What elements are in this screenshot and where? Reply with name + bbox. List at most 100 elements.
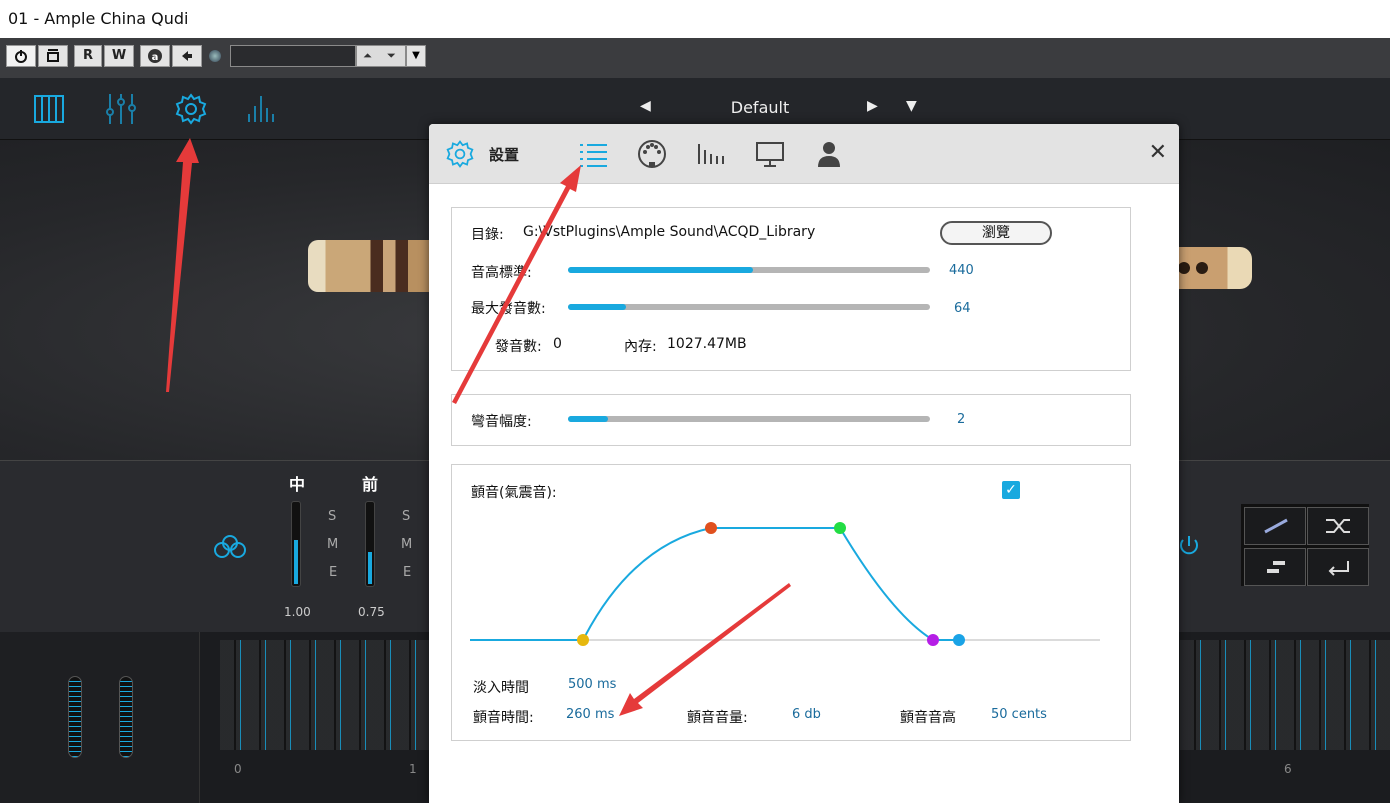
vibrato-pitch-label: 顫音音高: [900, 710, 956, 726]
bend-range-value: 2: [957, 412, 966, 427]
mod-wheel[interactable]: [119, 676, 133, 758]
voices-label: 發音數:: [495, 339, 542, 355]
automation-mode-button[interactable]: a: [140, 45, 170, 67]
pitch-standard-label: 音高標準:: [471, 265, 532, 281]
spin-up-icon[interactable]: ⏶: [363, 46, 372, 66]
flute-left-end: [308, 240, 433, 292]
front-level-value: 0.75: [358, 605, 385, 619]
flute-hole: [1178, 262, 1190, 274]
tab-midi-port-icon[interactable]: [636, 138, 668, 170]
shuffle-icon: [1326, 519, 1350, 533]
envelope-end-point[interactable]: [953, 634, 965, 646]
back-arrow-button[interactable]: [172, 45, 202, 67]
slider-fill: [568, 304, 626, 310]
envelope-attack-point[interactable]: [705, 522, 717, 534]
slider-fill: [568, 416, 608, 422]
bend-range-slider[interactable]: [568, 416, 930, 422]
sme-label: M: [401, 537, 413, 552]
directory-path: G:\VstPlugins\Ample Sound\ACQD_Library: [523, 224, 816, 240]
sme-label: S: [402, 509, 411, 524]
voices-value: 0: [553, 336, 562, 352]
settings-title: 設置: [489, 146, 520, 164]
tab-velocity-icon[interactable]: [695, 138, 727, 170]
read-automation-button[interactable]: R: [74, 45, 102, 67]
gear-icon[interactable]: [174, 92, 208, 126]
window-title: 01 - Ample China Qudi: [0, 0, 1390, 38]
status-led-icon: [209, 50, 221, 62]
note-dash-icon: [1267, 561, 1285, 573]
shuffle-button[interactable]: [1307, 507, 1369, 545]
preset-dropdown-button[interactable]: ▼: [406, 45, 426, 67]
preset-spinner[interactable]: ⏶ ⏷: [356, 45, 406, 67]
vibrato-checkbox[interactable]: ✓: [1002, 481, 1020, 499]
directory-label: 目錄:: [471, 227, 504, 243]
equalizer-bars-icon[interactable]: [245, 92, 279, 126]
automation-icon: a: [148, 49, 162, 63]
middle-level-slider[interactable]: [291, 501, 301, 587]
pitch-wheel[interactable]: [68, 676, 82, 758]
octave-label: 0: [234, 762, 242, 776]
keyboard-keys-right[interactable]: [1180, 640, 1390, 750]
tab-display-icon[interactable]: [754, 138, 786, 170]
sme-label: E: [329, 565, 338, 580]
front-level-slider[interactable]: [365, 501, 375, 587]
bend-range-label: 彎音幅度:: [471, 414, 532, 430]
channel-label-middle: 中: [289, 475, 306, 494]
sme-label: E: [403, 565, 412, 580]
pitch-standard-value: 440: [949, 263, 974, 278]
close-icon[interactable]: ✕: [1149, 142, 1167, 164]
keyboard-keys-left[interactable]: [220, 640, 430, 750]
fade-in-label: 淡入時間: [473, 680, 529, 696]
envelope-start-point[interactable]: [577, 634, 589, 646]
tab-general-list-icon[interactable]: [577, 138, 609, 170]
octave-label: 1: [409, 762, 417, 776]
fade-in-value: 500 ms: [568, 677, 617, 692]
sme-label: M: [327, 537, 339, 552]
vibrato-volume-value: 6 db: [792, 707, 821, 722]
general-panel: 目錄: G:\VstPlugins\Ample Sound\ACQD_Libra…: [451, 207, 1131, 371]
memory-label: 內存:: [624, 339, 657, 355]
preset-menu-button[interactable]: ▼: [906, 98, 917, 114]
pitch-standard-slider[interactable]: [568, 267, 930, 273]
power-icon[interactable]: [1176, 533, 1202, 559]
legato-button[interactable]: [1244, 507, 1306, 545]
vibrato-envelope-graph[interactable]: [452, 505, 1132, 655]
slider-fill: [368, 552, 372, 584]
slider-fill: [568, 267, 753, 273]
envelope-curve: [470, 527, 959, 641]
channel-label-front: 前: [362, 475, 379, 494]
vibrato-label: 顫音(氣震音):: [471, 485, 557, 501]
preset-next-button[interactable]: ▶: [867, 98, 878, 114]
mixer-sliders-icon[interactable]: [104, 92, 138, 126]
piano-keys-icon[interactable]: [33, 92, 67, 126]
power-button[interactable]: [6, 45, 36, 67]
svg-text:a: a: [152, 52, 159, 63]
settings-dialog: 設置 ✕ 目錄: G:\VstPlugins\Ample Sound\ACQD_…: [429, 124, 1179, 803]
preset-prev-button[interactable]: ◀: [640, 98, 651, 114]
staccato-button[interactable]: [1244, 548, 1306, 586]
spin-down-icon[interactable]: ⏷: [387, 46, 396, 66]
max-voices-slider[interactable]: [568, 304, 930, 310]
envelope-release-point[interactable]: [927, 634, 939, 646]
browse-button[interactable]: 瀏覽: [940, 221, 1052, 245]
preset-text-field[interactable]: [230, 45, 356, 67]
slide-line-icon: [1264, 518, 1288, 534]
vibrato-panel: 顫音(氣震音): ✓ 淡入時間 500 ms 顫音時間: 260 ms 顫音音量…: [451, 464, 1131, 741]
stereo-rings-icon[interactable]: [212, 533, 248, 561]
arrow-left-icon: [182, 51, 192, 61]
memory-value: 1027.47MB: [667, 336, 747, 352]
flute-right-end: [1170, 247, 1252, 289]
loop-button[interactable]: [1307, 548, 1369, 586]
max-voices-label: 最大發音數:: [471, 301, 546, 317]
return-arrow-icon: [1328, 561, 1349, 576]
max-voices-value: 64: [954, 301, 971, 316]
bypass-icon: [47, 49, 59, 62]
envelope-sustain-point[interactable]: [834, 522, 846, 534]
preset-name: Default: [730, 98, 790, 117]
write-automation-button[interactable]: W: [104, 45, 134, 67]
wheel-panel: [0, 632, 200, 803]
articulation-grid: [1241, 504, 1369, 586]
middle-level-value: 1.00: [284, 605, 311, 619]
tab-user-icon[interactable]: [813, 138, 845, 170]
bypass-button[interactable]: [38, 45, 68, 67]
